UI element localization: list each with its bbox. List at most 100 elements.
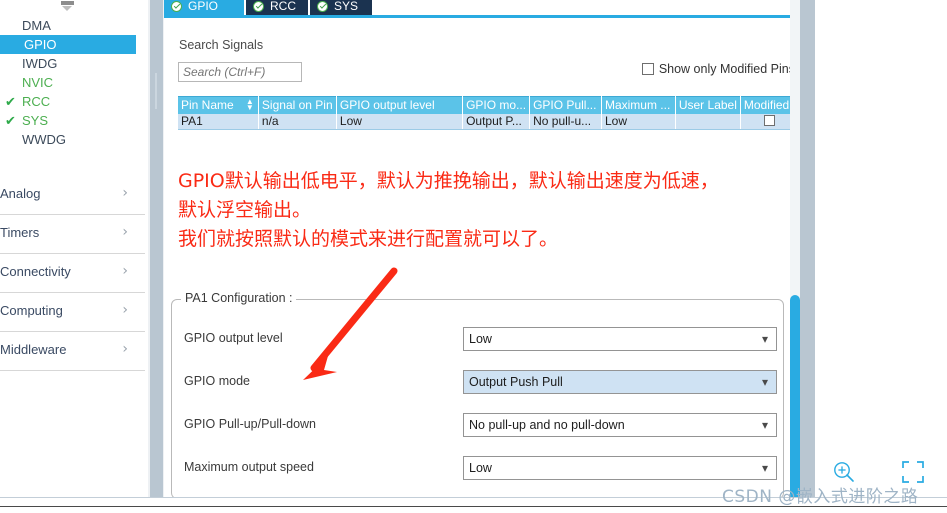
sidebar-category-connectivity[interactable]: Connectivity › [0, 254, 145, 293]
search-input[interactable] [178, 62, 302, 82]
sidebar-scrollbar[interactable] [148, 0, 164, 497]
scroll-up-arrow-icon[interactable] [58, 0, 78, 14]
chevron-right-icon: › [122, 263, 128, 279]
chevron-down-icon: ▾ [761, 418, 768, 432]
config-row-gpio-pull-up-pull-down: GPIO Pull-up/Pull-down No pull-up and no… [172, 413, 783, 439]
sidebar-category-middleware[interactable]: Middleware › [0, 332, 145, 371]
column-label: Pin Name [181, 98, 234, 113]
sidebar-item-sys[interactable]: ✔ SYS [0, 111, 148, 130]
column-header-pin-name[interactable]: Pin Name ▲ ▼ [178, 96, 259, 114]
check-icon: ✔ [5, 113, 16, 128]
category-list: Analog › Timers › Connectivity › Computi… [0, 176, 145, 371]
sidebar-item-label: RCC [22, 94, 51, 109]
table-header-row: Pin Name ▲ ▼ Signal on Pin GPIO output le… [178, 96, 798, 114]
green-check-icon [317, 1, 328, 12]
show-only-modified-pins-label: Show only Modified Pins [658, 62, 795, 76]
tab-underline [164, 15, 800, 18]
sort-updown-icon[interactable]: ▲ ▼ [246, 98, 254, 112]
column-header-gpio-pull[interactable]: GPIO Pull... [529, 96, 602, 114]
check-icon: ✔ [5, 94, 16, 109]
maximum-output-speed-select[interactable]: Low ▾ [463, 456, 777, 480]
sidebar-category-computing[interactable]: Computing › [0, 293, 145, 332]
category-label: Timers [0, 225, 40, 240]
scrollbar-thumb[interactable] [790, 295, 800, 500]
cell-gpio-output-level: Low [336, 113, 464, 130]
category-label: Connectivity [0, 264, 71, 279]
config-label: GPIO mode [184, 374, 250, 388]
green-check-icon [253, 1, 264, 12]
sidebar-item-label: GPIO [24, 37, 57, 52]
green-check-icon [171, 1, 182, 12]
table-row[interactable]: PA1 n/a Low Output P... No pull-u... Low [178, 113, 798, 130]
config-row-maximum-output-speed: Maximum output speed Low ▾ [172, 456, 783, 482]
tab-gpio[interactable]: GPIO [164, 0, 244, 15]
column-header-maximum[interactable]: Maximum ... [601, 96, 676, 114]
category-label: Computing [0, 303, 63, 318]
annotation-line-3: 我们就按照默认的模式来进行配置就可以了。 [178, 228, 559, 250]
tab-rcc[interactable]: RCC [246, 0, 308, 15]
category-label: Middleware [0, 342, 67, 357]
chevron-down-icon: ▾ [761, 461, 768, 475]
config-label: GPIO Pull-up/Pull-down [184, 417, 317, 431]
sidebar-category-timers[interactable]: Timers › [0, 215, 145, 254]
sidebar-item-dma[interactable]: DMA [0, 16, 148, 35]
peripheral-list: DMA GPIO IWDG NVIC ✔ RCC ✔ SYS WWDG [0, 16, 148, 149]
zoom-in-icon[interactable] [832, 460, 856, 484]
column-header-gpio-mode[interactable]: GPIO mo... [462, 96, 531, 114]
chevron-right-icon: › [122, 224, 128, 240]
sidebar-item-nvic[interactable]: NVIC [0, 73, 148, 92]
annotation-text: GPIO默认输出低电平，默认为推挽输出，默认输出速度为低速， 默认浮空输出。 我… [178, 167, 793, 254]
select-value: Low [469, 332, 492, 346]
chevron-down-icon: ▾ [761, 375, 768, 389]
column-header-signal-on-pin[interactable]: Signal on Pin [258, 96, 337, 114]
sidebar-item-label: NVIC [22, 75, 54, 90]
annotation-line-2: 默认浮空输出。 [178, 199, 312, 221]
gpio-mode-select[interactable]: Output Push Pull ▾ [463, 370, 777, 394]
category-label: Analog [0, 186, 41, 201]
gpio-configuration-panel: GPIO RCC SYS Search Signals Show only Mo… [164, 0, 800, 497]
checkbox-icon[interactable] [641, 63, 654, 75]
outer-scroll-band[interactable] [800, 0, 815, 497]
tab-label: GPIO [188, 0, 219, 13]
content-scrollbar[interactable] [790, 0, 800, 500]
sidebar-item-label: DMA [22, 18, 51, 33]
peripheral-sidebar: DMA GPIO IWDG NVIC ✔ RCC ✔ SYS WWDG Anal… [0, 0, 148, 497]
config-row-gpio-output-level: GPIO output level Low ▾ [172, 327, 783, 353]
peripheral-tab-bar: GPIO RCC SYS [164, 0, 800, 15]
tab-label: SYS [334, 0, 359, 13]
column-header-user-label[interactable]: User Label [675, 96, 741, 114]
sidebar-category-analog[interactable]: Analog › [0, 176, 145, 215]
gpio-pull-select[interactable]: No pull-up and no pull-down ▾ [463, 413, 777, 437]
fullscreen-icon[interactable] [902, 461, 924, 483]
chevron-down-icon: ▾ [761, 332, 768, 346]
checkbox-icon[interactable] [763, 115, 775, 127]
cell-gpio-pull: No pull-u... [529, 113, 602, 130]
select-value: No pull-up and no pull-down [469, 418, 625, 432]
sidebar-item-wwdg[interactable]: WWDG [0, 130, 148, 149]
sidebar-item-iwdg[interactable]: IWDG [0, 54, 148, 73]
show-only-modified-pins-checkbox[interactable]: Show only Modified Pins [641, 62, 795, 76]
right-empty-pane [815, 0, 947, 497]
pa1-configuration-legend: PA1 Configuration : [181, 291, 297, 305]
chevron-right-icon: › [122, 341, 128, 357]
config-row-gpio-mode: GPIO mode Output Push Pull ▾ [172, 370, 783, 396]
search-signals-label: Search Signals [179, 38, 264, 52]
signal-table: Pin Name ▲ ▼ Signal on Pin GPIO output le… [178, 96, 798, 130]
tab-label: RCC [270, 0, 296, 13]
cell-maximum: Low [601, 113, 676, 130]
app-window: DMA GPIO IWDG NVIC ✔ RCC ✔ SYS WWDG Anal… [0, 0, 947, 513]
csdn-watermark: CSDN @嵌入式进阶之路 [722, 487, 919, 507]
tab-sys[interactable]: SYS [310, 0, 372, 15]
sidebar-item-label: IWDG [22, 56, 58, 71]
sidebar-item-gpio[interactable]: GPIO [0, 35, 136, 54]
select-value: Output Push Pull [469, 375, 563, 389]
sidebar-item-rcc[interactable]: ✔ RCC [0, 92, 148, 111]
column-header-gpio-output-level[interactable]: GPIO output level [336, 96, 464, 114]
chevron-right-icon: › [122, 302, 128, 318]
config-label: Maximum output speed [184, 460, 314, 474]
cell-user-label [675, 113, 741, 130]
cell-pin-name: PA1 [178, 113, 259, 130]
pa1-configuration-group: PA1 Configuration : GPIO output level Lo… [171, 291, 784, 497]
sidebar-item-label: WWDG [22, 132, 67, 147]
gpio-output-level-select[interactable]: Low ▾ [463, 327, 777, 351]
